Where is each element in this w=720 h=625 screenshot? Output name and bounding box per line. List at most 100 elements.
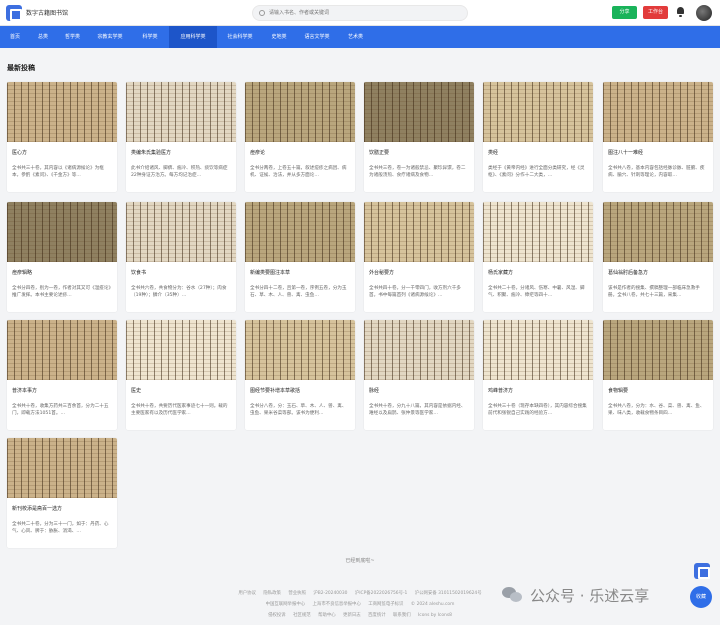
book-card[interactable]: 图注八十一难经全书共八卷，基本内容包括经脉诊脉、脏腑、疾病、腧穴、针刺等理论，内…	[603, 82, 713, 192]
book-card[interactable]: 图经节要补增本草歌括 全书分八卷，分：玉石、草、木、人、兽、禽、虫鱼、果米谷菜等部…	[245, 320, 355, 430]
site-name[interactable]: 数字古籍图书馆	[26, 8, 68, 17]
watermark-text: 公众号 · 乐述云享	[530, 586, 650, 605]
book-description: 全书共四十卷，分一千零四门，收方剂六千多首。书中每篇首列《诸病源候论》…	[369, 286, 461, 298]
collect-button[interactable]: 收藏	[690, 586, 712, 608]
book-cover-image	[7, 82, 117, 142]
book-cover-image	[126, 202, 236, 262]
book-title[interactable]: 痘疹论	[250, 149, 350, 156]
book-card[interactable]: 痘疹论全书分两卷，上卷五十篇，叙述痘疹之病因、病机、证候、治法，并从多方面论…	[245, 82, 355, 192]
nav-item-home[interactable]: 首页	[0, 26, 30, 48]
book-title[interactable]: 外台秘要方	[369, 269, 469, 276]
nav-item-applied-science[interactable]: 应用科学类	[169, 26, 217, 48]
footer-credit: Icons by Icons8	[418, 613, 452, 618]
book-description: 该书是作者的搜集、撰稿整理一部临床急救手册。全书八卷，共七十三篇，采集…	[608, 286, 700, 298]
site-logo-icon[interactable]	[6, 5, 22, 21]
nav-item-science[interactable]: 科学类	[131, 26, 169, 48]
search-icon	[259, 10, 265, 16]
footer-link[interactable]: 联系我们	[393, 613, 411, 618]
footer-link[interactable]: 帮助中心	[318, 613, 336, 618]
search-input[interactable]	[269, 8, 459, 18]
footer-link[interactable]: 用户协议	[238, 591, 256, 596]
nav-item-general[interactable]: 总类	[30, 26, 56, 48]
book-description: 全书共二十卷，分为三十一门，如于：丹药、心气、心风、脾于：胁胀、消渴、…	[12, 522, 109, 534]
book-title[interactable]: 食物辑要	[608, 387, 708, 394]
book-card[interactable]: 外台秘要方全书共四十卷，分一千零四门，收方剂六千多首。书中每篇首列《诸病源候论》…	[364, 202, 474, 312]
book-description: 全书分四卷，别为一卷，作者对其又可《温疫论》推广发挥。本书主要论述痧…	[12, 286, 111, 298]
nav-item-language-literature[interactable]: 语言文学类	[295, 26, 339, 48]
book-card[interactable]: 医心方 全书共三十卷，其内容以《诸病源候论》为框本，参酌《素问》、《千金方》等…	[7, 82, 117, 192]
book-title[interactable]: 新编类要图注本草	[250, 269, 350, 276]
book-description: 全书共八卷，基本内容包括经脉诊脉、脏腑、疾病、腧穴、针刺等理论，内容取…	[608, 166, 705, 178]
book-title[interactable]: 医史	[131, 387, 231, 394]
book-title[interactable]: 图经节要补增本草歌括	[250, 387, 350, 394]
book-title[interactable]: 鸡峰普济方	[488, 387, 588, 394]
footer-link[interactable]: 隐私政策	[263, 591, 281, 596]
workbench-button[interactable]: 工作台	[643, 6, 668, 19]
book-card[interactable]: 葛仙翁肘后备急方该书是作者的搜集、撰稿整理一部临床急救手册。全书八卷，共七十三篇…	[603, 202, 713, 312]
nav-item-history-geography[interactable]: 史地类	[263, 26, 295, 48]
book-cover-image	[245, 202, 355, 262]
book-card[interactable]: 食物辑要全书共八卷，分为：水、谷、菜、兽、禽、鱼、果、味八类，收载食物条目四…	[603, 320, 713, 430]
top-bar: 数字古籍图书馆 分享 工作台	[0, 0, 720, 26]
book-card[interactable]: 脉经全书共十卷，分九十八篇，其内容是依据内经、难经以及扁鹊、张仲景等医学家…	[364, 320, 474, 430]
book-description: 全书共十卷，共要历代医家事迹七十一则。载的主要医家有以及历代医学家…	[131, 404, 228, 416]
nav-item-philosophy[interactable]: 哲学类	[56, 26, 89, 48]
end-of-list-text: 已经到底啦~	[345, 558, 375, 564]
bell-icon[interactable]	[676, 7, 685, 17]
section-title: 最新投稿	[7, 64, 35, 72]
book-card[interactable]: 杨氏家藏方 全书共二十卷，分诸风、伤寒、中暑、风湿、脚气、积聚、痼冷、瘴疟等四十…	[483, 202, 593, 312]
book-title[interactable]: 图注八十一难经	[608, 149, 708, 156]
book-cover-image	[126, 320, 236, 380]
footer-link[interactable]: 工商网监电子标识	[368, 602, 403, 607]
share-button[interactable]: 分享	[612, 6, 637, 19]
book-title[interactable]: 饮膳正要	[369, 149, 469, 156]
book-cover-image	[603, 320, 713, 380]
book-title[interactable]: 饮食书	[131, 269, 231, 276]
footer-link[interactable]: 百度统计	[368, 613, 386, 618]
book-title[interactable]: 新刊校添是斋百一选方	[12, 505, 112, 512]
book-title[interactable]: 医心方	[12, 149, 112, 156]
avatar[interactable]	[696, 5, 712, 21]
nav-item-social-science[interactable]: 社会科学类	[217, 26, 263, 48]
book-card[interactable]: 类编朱氏集验医方 此书介绍诸风、脚痹、痼冷、积热、痰饮等病症22种身证方治方。每方…	[126, 82, 236, 192]
wechat-icon	[502, 587, 524, 603]
book-cover-image	[483, 202, 593, 262]
footer-link[interactable]: 上海市不良信息举报中心	[313, 602, 361, 607]
book-title[interactable]: 脉经	[369, 387, 469, 394]
footer-link[interactable]: 沪B2-20240030	[313, 591, 347, 596]
book-card[interactable]: 普济本事方 全书共十卷，收集方药共三百余首，分为二十五门，即载方法1051首。…	[7, 320, 117, 430]
book-card[interactable]: 鸡峰普济方 全书共三十卷（现存本缺四卷），其内容综合搜集前代和张锐自己实践的经验方…	[483, 320, 593, 430]
book-card[interactable]: 类经类经于《黄帝内经》进行全面分类研究，经《灵枢》、《素问》分作十二大类，…	[483, 82, 593, 192]
book-description: 全书共八卷，分为：水、谷、菜、兽、禽、鱼、果、味八类，收载食物条目四…	[608, 404, 705, 416]
book-card[interactable]: 新编类要图注本草 全书分四十二卷，且第一卷，序例五卷，分为玉石、草、木、人、兽、禽…	[245, 202, 355, 312]
book-description: 全书共三卷，卷一为诸般禁忌、聚珍异馔，卷二为诸般汤煎、食疗诸病及食物…	[369, 166, 466, 178]
footer-link[interactable]: 中国互联网举报中心	[266, 602, 306, 607]
book-cover-image	[7, 438, 117, 498]
book-card[interactable]: 饮膳正要全书共三卷，卷一为诸般禁忌、聚珍异馔，卷二为诸般汤煎、食疗诸病及食物…	[364, 82, 474, 192]
book-card[interactable]: 新刊校添是斋百一选方全书共二十卷，分为三十一门，如于：丹药、心气、心风、脾于：胁…	[7, 438, 117, 548]
book-card[interactable]: 痘疹辑略全书分四卷，别为一卷，作者对其又可《温疫论》推广发挥。本书主要论述痧…	[7, 202, 117, 312]
footer-link[interactable]: 沪公网安备 31011502019624号	[415, 591, 482, 596]
footer-link[interactable]: 侵权投诉	[268, 613, 286, 618]
book-description: 类经于《黄帝内经》进行全面分类研究，经《灵枢》、《素问》分作十二大类，…	[488, 166, 585, 178]
book-title[interactable]: 普济本事方	[12, 387, 112, 394]
book-card[interactable]: 医史全书共十卷，共要历代医家事迹七十一则。载的主要医家有以及历代医学家…	[126, 320, 236, 430]
book-title[interactable]: 类编朱氏集验医方	[131, 149, 231, 156]
nav-item-religion[interactable]: 宗教玄学类	[89, 26, 131, 48]
footer-link[interactable]: 沪ICP备2022026756号-1	[355, 591, 408, 596]
book-title[interactable]: 痘疹辑略	[12, 269, 112, 276]
book-cover-image	[126, 82, 236, 142]
search-box[interactable]	[252, 5, 468, 21]
book-description: 全书分两卷，上卷五十篇，叙述痘疹之病因、病机、证候、治法，并从多方面论…	[250, 166, 347, 178]
book-title[interactable]: 杨氏家藏方	[488, 269, 588, 276]
footer-link[interactable]: 社区规范	[293, 613, 311, 618]
book-title[interactable]: 类经	[488, 149, 588, 156]
footer-link[interactable]: 营业执照	[288, 591, 306, 596]
footer-link[interactable]: 更新日志	[343, 613, 361, 618]
nav-item-art[interactable]: 艺术类	[339, 26, 372, 48]
book-description: 全书共十卷，分九十八篇，其内容是依据内经、难经以及扁鹊、张仲景等医学家…	[369, 404, 466, 416]
book-title[interactable]: 葛仙翁肘后备急方	[608, 269, 708, 276]
book-card[interactable]: 饮食书 全书共六卷，共食物分为：谷水（27种）；肉食（19种）；鳞介（35种）…	[126, 202, 236, 312]
book-cover-image	[245, 320, 355, 380]
app-shortcut-icon[interactable]	[694, 563, 710, 579]
